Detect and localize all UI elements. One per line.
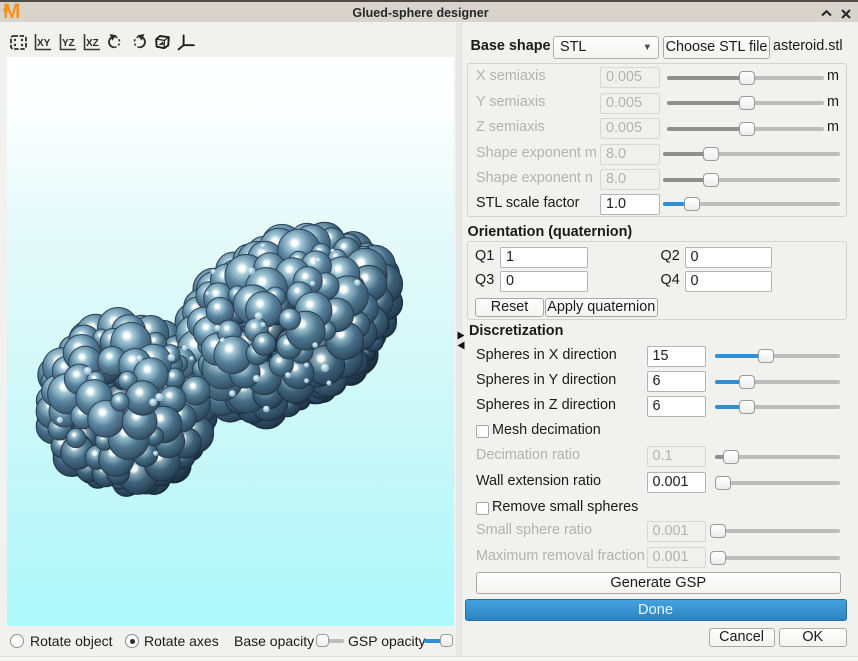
svg-text:XZ: XZ xyxy=(86,38,99,49)
svg-text:YZ: YZ xyxy=(62,38,75,49)
svg-text:XY: XY xyxy=(37,38,51,49)
